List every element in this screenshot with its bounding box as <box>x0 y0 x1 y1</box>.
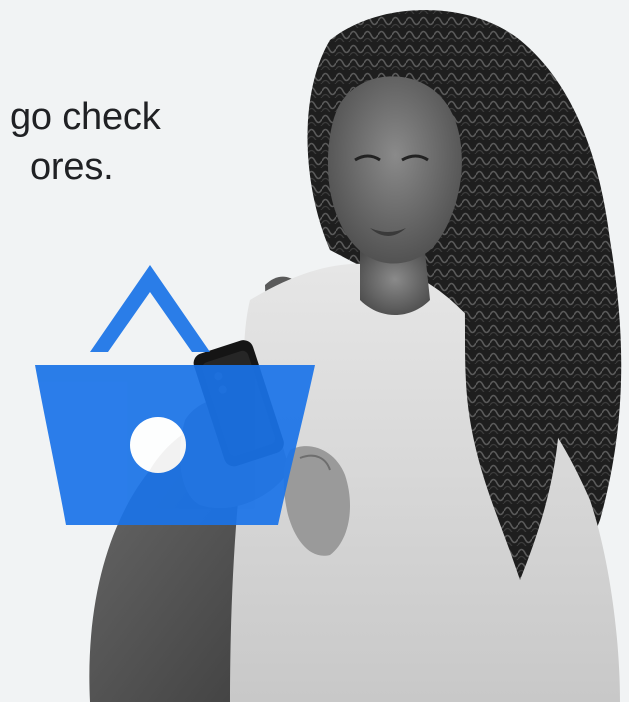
woman-with-phone-photo <box>35 10 622 702</box>
promo-banner: go check ores. <box>0 0 629 702</box>
headline-crop-mask <box>0 90 10 200</box>
